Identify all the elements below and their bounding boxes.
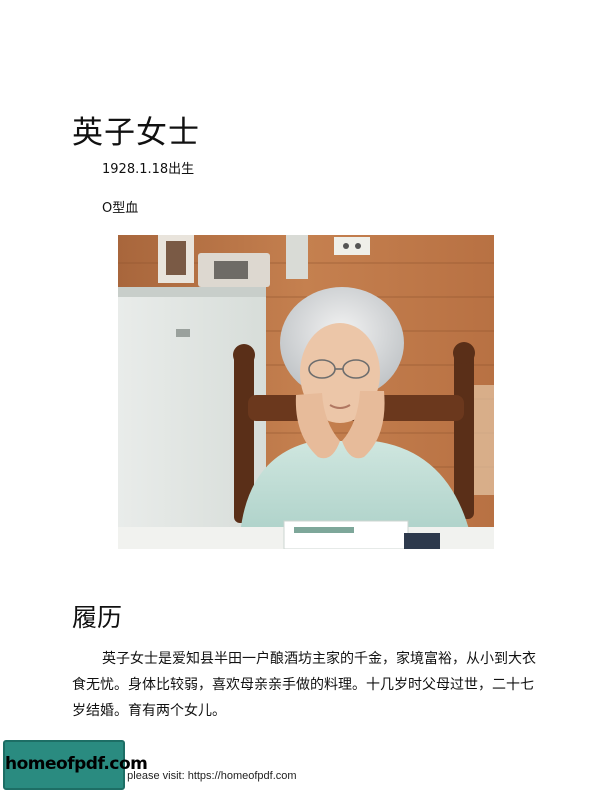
portrait-photo <box>118 235 494 549</box>
biography-paragraph: 英子女士是爱知县半田一户酿酒坊主家的千金，家境富裕，从小到大衣食无忧。身体比较弱… <box>72 651 536 719</box>
blood-type: O型血 <box>102 201 139 216</box>
site-logo-badge[interactable]: homeofpdf.com <box>3 740 148 790</box>
section-heading: 履历 <box>72 602 123 632</box>
birth-date: 1928.1.18出生 <box>102 162 195 177</box>
page-title: 英子女士 <box>72 114 200 151</box>
site-logo-text: homeofpdf.com <box>5 754 148 774</box>
